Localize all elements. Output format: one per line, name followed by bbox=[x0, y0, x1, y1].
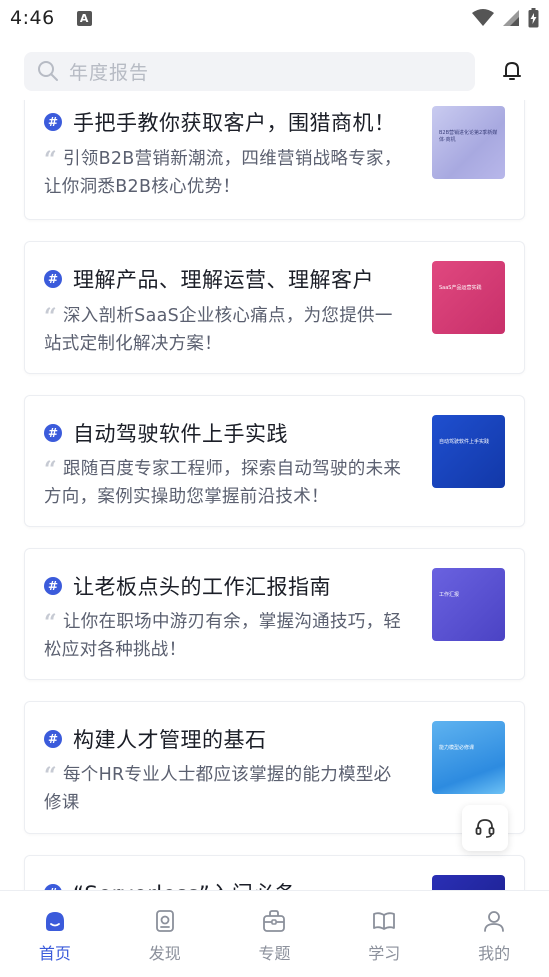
search-header: 年度报告 bbox=[0, 42, 549, 100]
card-title-row: # 自动驾驶软件上手实践 bbox=[44, 418, 414, 448]
search-input[interactable]: 年度报告 bbox=[24, 51, 475, 91]
nav-label: 发现 bbox=[148, 944, 181, 963]
quote-icon: “ bbox=[44, 147, 57, 173]
card-description: “跟随百度专家工程师，探索自动驾驶的未来方向，案例实操助您掌握前沿技术！ bbox=[44, 456, 406, 511]
card-title: “Serverless”入门必备 bbox=[73, 878, 296, 890]
status-icons bbox=[472, 8, 539, 28]
course-card[interactable]: # “Serverless”入门必备 bbox=[24, 855, 525, 890]
nav-label: 我的 bbox=[478, 944, 511, 963]
card-desc-text: 每个HR专业人士都应该掌握的能力模型必修课 bbox=[44, 765, 392, 813]
card-title: 手把手教你获取客户，围猎商机！ bbox=[73, 111, 396, 135]
card-thumbnail: 能力模型必修课 bbox=[432, 721, 505, 794]
nav-label: 专题 bbox=[258, 944, 291, 963]
course-feed: # 手把手教你获取客户，围猎商机！ “引领B2B营销新潮流，四维营销战略专家，让… bbox=[0, 100, 549, 890]
card-title-row: # 理解产品、理解运营、理解客户 bbox=[44, 264, 414, 294]
topic-icon bbox=[263, 910, 286, 932]
hashtag-icon: # bbox=[44, 577, 62, 595]
thumbnail-caption: 能力模型必修课 bbox=[439, 745, 475, 751]
hashtag-icon: # bbox=[44, 270, 62, 288]
status-bar: 4:46 A bbox=[0, 0, 549, 36]
study-icon bbox=[373, 912, 396, 930]
quote-icon: “ bbox=[44, 610, 57, 636]
course-card[interactable]: # 手把手教你获取客户，围猎商机！ “引领B2B营销新潮流，四维营销战略专家，让… bbox=[24, 100, 525, 220]
customer-service-button[interactable] bbox=[462, 805, 508, 851]
bottom-nav: 首页 发现 专题 学习 我的 bbox=[0, 890, 549, 977]
nav-label: 学习 bbox=[368, 944, 401, 963]
wifi-icon bbox=[472, 9, 494, 26]
card-description: “让你在职场中游刃有余，掌握沟通技巧，轻松应对各种挑战！ bbox=[44, 609, 406, 664]
discover-icon bbox=[155, 910, 174, 932]
card-thumbnail: 自动驾驶软件上手实践 bbox=[432, 415, 505, 488]
profile-icon bbox=[484, 911, 504, 932]
card-title: 让老板点头的工作汇报指南 bbox=[73, 575, 331, 599]
card-title-row: # 构建人才管理的基石 bbox=[44, 724, 414, 754]
card-desc-text: 让你在职场中游刃有余，掌握沟通技巧，轻松应对各种挑战！ bbox=[44, 612, 402, 660]
quote-icon: “ bbox=[44, 763, 57, 789]
signal-icon bbox=[503, 10, 519, 26]
course-card[interactable]: # 自动驾驶软件上手实践 “跟随百度专家工程师，探索自动驾驶的未来方向，案例实操… bbox=[24, 395, 525, 527]
thumbnail-caption: 自动驾驶软件上手实践 bbox=[439, 439, 490, 445]
card-description: “每个HR专业人士都应该掌握的能力模型必修课 bbox=[44, 762, 406, 817]
search-placeholder: 年度报告 bbox=[69, 61, 150, 84]
card-title: 理解产品、理解运营、理解客户 bbox=[73, 268, 374, 292]
notification-badge-icon: A bbox=[76, 10, 92, 26]
card-desc-text: 引领B2B营销新潮流，四维营销战略专家，让你洞悉B2B核心优势！ bbox=[44, 149, 402, 197]
thumbnail-caption: 工作汇报 bbox=[439, 592, 460, 598]
hashtag-icon: # bbox=[44, 424, 62, 442]
thumbnail-caption: B2B营销进化论第2季新媒体·商机 bbox=[439, 130, 498, 143]
nav-study[interactable]: 学习 bbox=[329, 891, 439, 977]
card-description: “引领B2B营销新潮流，四维营销战略专家，让你洞悉B2B核心优势！ bbox=[44, 146, 406, 201]
hashtag-icon: # bbox=[44, 730, 62, 748]
thumbnail-caption: SaaS产品运营实践 bbox=[439, 285, 482, 291]
nav-discover[interactable]: 发现 bbox=[110, 891, 220, 977]
card-description: “深入剖析SaaS企业核心痛点，为您提供一站式定制化解决方案！ bbox=[44, 303, 406, 358]
quote-icon: “ bbox=[44, 457, 57, 483]
card-title: 构建人才管理的基石 bbox=[73, 728, 267, 752]
course-card[interactable]: # 构建人才管理的基石 “每个HR专业人士都应该掌握的能力模型必修课 能力模型必… bbox=[24, 701, 525, 834]
nav-home[interactable]: 首页 bbox=[0, 891, 110, 977]
status-time: 4:46 bbox=[10, 7, 55, 29]
card-thumbnail: SaaS产品运营实践 bbox=[432, 261, 505, 334]
course-card[interactable]: # 让老板点头的工作汇报指南 “让你在职场中游刃有余，掌握沟通技巧，轻松应对各种… bbox=[24, 548, 525, 680]
card-desc-text: 跟随百度专家工程师，探索自动驾驶的未来方向，案例实操助您掌握前沿技术！ bbox=[44, 459, 402, 507]
battery-icon bbox=[528, 8, 539, 28]
home-icon bbox=[45, 912, 64, 931]
hashtag-icon: # bbox=[44, 113, 62, 131]
nav-topic[interactable]: 专题 bbox=[220, 891, 330, 977]
course-card[interactable]: # 理解产品、理解运营、理解客户 “深入剖析SaaS企业核心痛点，为您提供一站式… bbox=[24, 241, 525, 374]
bell-icon[interactable] bbox=[500, 59, 524, 83]
card-thumbnail: B2B营销进化论第2季新媒体·商机 bbox=[432, 106, 505, 179]
nav-label: 首页 bbox=[38, 944, 71, 963]
nav-profile[interactable]: 我的 bbox=[439, 891, 549, 977]
card-title: 自动驾驶软件上手实践 bbox=[73, 422, 288, 446]
headset-icon bbox=[475, 819, 495, 838]
card-thumbnail: 工作汇报 bbox=[432, 568, 505, 641]
card-title-row: # 让老板点头的工作汇报指南 bbox=[44, 571, 414, 601]
card-thumbnail bbox=[432, 875, 505, 890]
search-icon bbox=[38, 61, 58, 81]
quote-icon: “ bbox=[44, 304, 57, 330]
card-desc-text: 深入剖析SaaS企业核心痛点，为您提供一站式定制化解决方案！ bbox=[44, 306, 393, 354]
card-title-row: # 手把手教你获取客户，围猎商机！ bbox=[44, 107, 414, 137]
card-title-row: # “Serverless”入门必备 bbox=[44, 878, 414, 890]
